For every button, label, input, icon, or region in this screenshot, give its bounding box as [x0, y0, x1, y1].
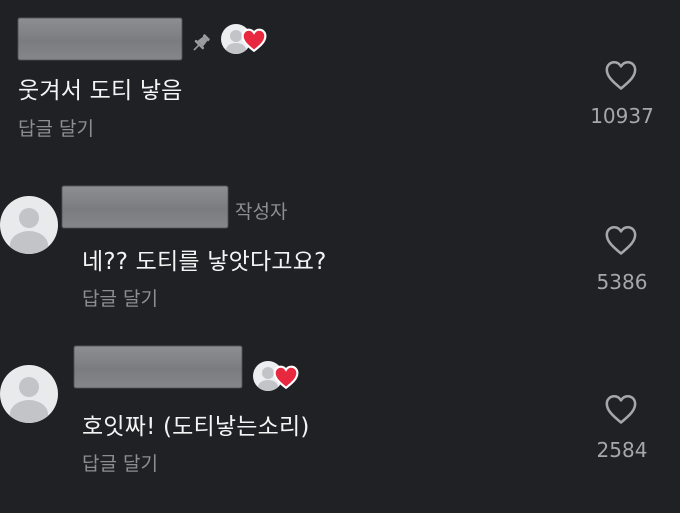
- like-count: 10937: [590, 104, 654, 128]
- username-redacted[interactable]: [62, 186, 228, 228]
- like-count: 2584: [596, 438, 648, 462]
- creator-liked-badge: [221, 24, 267, 54]
- comment-text: 호잇짜! (도티낳는소리): [82, 414, 310, 440]
- comment-text: 웃겨서 도티 낳음: [18, 78, 183, 104]
- comment-text: 네?? 도티를 낳앗다고요?: [82, 249, 327, 275]
- like-count: 5386: [596, 270, 648, 294]
- reply-button[interactable]: 답글 달기: [18, 114, 94, 141]
- reply-button[interactable]: 답글 달기: [82, 284, 158, 311]
- reply-button[interactable]: 답글 달기: [82, 449, 158, 476]
- heart-filled-icon: [241, 28, 267, 52]
- username-redacted[interactable]: [18, 18, 182, 60]
- avatar[interactable]: [0, 196, 58, 254]
- heart-outline-icon[interactable]: [604, 224, 638, 256]
- pin-icon: [193, 34, 210, 51]
- author-badge: 작성자: [235, 201, 288, 223]
- heart-filled-icon: [273, 365, 299, 389]
- creator-liked-badge: [253, 361, 299, 391]
- heart-outline-icon[interactable]: [604, 59, 638, 91]
- heart-outline-icon[interactable]: [604, 393, 638, 425]
- username-redacted[interactable]: [74, 346, 242, 388]
- avatar[interactable]: [0, 365, 58, 423]
